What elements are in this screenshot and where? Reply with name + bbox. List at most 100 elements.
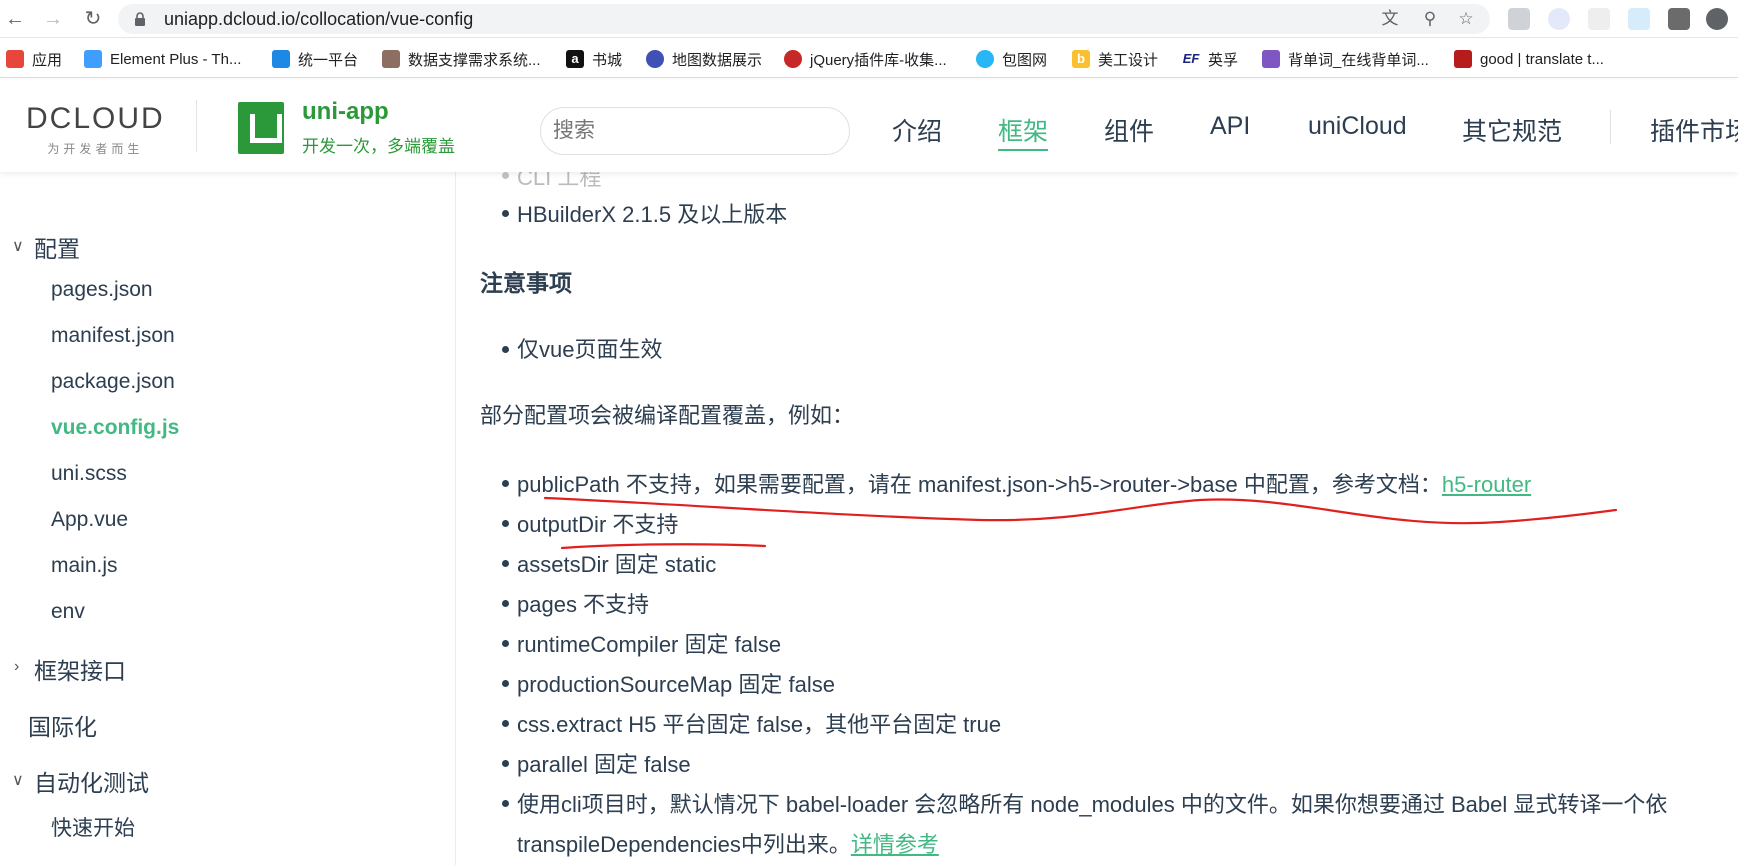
apps-grid-icon bbox=[6, 50, 24, 68]
h5-router-link[interactable]: h5-router bbox=[1442, 472, 1531, 497]
translate-icon[interactable]: 文 bbox=[1380, 9, 1400, 29]
sidebar-item-env[interactable]: env bbox=[51, 600, 85, 624]
details-link[interactable]: 详情参考 bbox=[851, 832, 939, 857]
nav-intro[interactable]: 介绍 bbox=[892, 112, 942, 148]
nav-api[interactable]: API bbox=[1210, 112, 1250, 141]
bookmarks-bar: 应用 Element Plus - Th... 统一平台 数据支撑需求系统...… bbox=[0, 40, 1738, 78]
bookmark-star-icon[interactable]: ☆ bbox=[1456, 9, 1476, 29]
bookmark-jquery[interactable]: jQuery插件库-收集... bbox=[784, 48, 947, 70]
bookmark-element-plus[interactable]: Element Plus - Th... bbox=[84, 48, 241, 70]
jquery-icon bbox=[784, 50, 802, 68]
sidebar-item-pages-json[interactable]: pages.json bbox=[51, 278, 153, 302]
sidebar-item-app-vue[interactable]: App.vue bbox=[51, 508, 128, 532]
bookmark-bookstore[interactable]: a 书城 bbox=[566, 48, 622, 70]
main-content: CLI 工程 HBuilderX 2.1.5 及以上版本 注意事项 仅vue页面… bbox=[457, 172, 1738, 865]
list-item: 仅vue页面生效 bbox=[517, 337, 663, 362]
sidebar-item-package-json[interactable]: package.json bbox=[51, 370, 175, 394]
nav-components[interactable]: 组件 bbox=[1104, 112, 1154, 148]
sidebar-item-main-js[interactable]: main.js bbox=[51, 554, 118, 578]
list-bullet bbox=[502, 680, 509, 687]
address-bar[interactable]: uniapp.dcloud.io/collocation/vue-config … bbox=[118, 4, 1490, 34]
public-path-text: publicPath 不支持，如果需要配置，请在 manifest.json->… bbox=[517, 472, 1442, 497]
list-item: assetsDir 固定 static bbox=[517, 552, 717, 577]
nav-other-specs[interactable]: 其它规范 bbox=[1462, 112, 1562, 148]
sidebar-item-quick-start[interactable]: 快速开始 bbox=[51, 812, 135, 842]
bookmark-label: jQuery插件库-收集... bbox=[810, 51, 947, 69]
list-item-public-path: publicPath 不支持，如果需要配置，请在 manifest.json->… bbox=[517, 467, 1531, 499]
sidebar-item-manifest-json[interactable]: manifest.json bbox=[51, 324, 175, 348]
bookmark-label: 应用 bbox=[32, 51, 63, 69]
url-text[interactable]: uniapp.dcloud.io/collocation/vue-config bbox=[164, 9, 473, 30]
browser-toolbar: ← → ↻ uniapp.dcloud.io/collocation/vue-c… bbox=[0, 0, 1738, 38]
sidebar-item-vue-config-js[interactable]: vue.config.js bbox=[51, 416, 179, 440]
bookmark-vocab[interactable]: 背单词_在线背单词... bbox=[1262, 48, 1429, 70]
bookmark-platform[interactable]: 统一平台 bbox=[272, 48, 358, 70]
bookmark-label: Element Plus - Th... bbox=[110, 50, 242, 68]
list-bullet bbox=[502, 172, 509, 179]
map-data-icon bbox=[646, 50, 664, 68]
bookmark-label: 包图网 bbox=[1002, 51, 1048, 69]
forward-arrow-icon[interactable]: → bbox=[40, 6, 66, 32]
dcloud-logo[interactable]: DCLOUD 为开发者而生 bbox=[26, 102, 165, 157]
bookmark-map-data[interactable]: 地图数据展示 bbox=[646, 48, 762, 70]
dcloud-tagline: 为开发者而生 bbox=[47, 142, 144, 156]
list-item: css.extract H5 平台固定 false，其他平台固定 true bbox=[517, 712, 1002, 737]
zoom-icon[interactable]: ⚲ bbox=[1420, 9, 1440, 29]
bookmark-translate[interactable]: good | translate t... bbox=[1454, 48, 1604, 70]
list-bullet bbox=[502, 800, 509, 807]
sidebar-group-framework-api[interactable]: 框架接口 bbox=[34, 652, 126, 686]
bookmark-label: 数据支撑需求系统... bbox=[408, 51, 541, 69]
header-divider bbox=[196, 100, 197, 152]
cambridge-icon bbox=[1454, 50, 1472, 68]
list-bullet bbox=[502, 560, 509, 567]
extension-cast-icon[interactable] bbox=[1668, 8, 1690, 30]
extension-v-icon[interactable] bbox=[1508, 8, 1530, 30]
faded-list-item: CLI 工程 bbox=[517, 172, 602, 190]
list-item: pages 不支持 bbox=[517, 592, 650, 617]
chevron-down-icon[interactable]: ∨ bbox=[12, 236, 24, 256]
app-tagline: 开发一次，多端覆盖 bbox=[302, 137, 455, 156]
app-name[interactable]: uni-app bbox=[302, 98, 389, 126]
chevron-down-icon[interactable]: ∨ bbox=[12, 770, 24, 790]
list-item-cli-continued: transpileDependencies中列出来。详情参考 bbox=[517, 827, 939, 859]
nav-divider bbox=[1610, 110, 1611, 144]
list-bullet bbox=[502, 760, 509, 767]
list-item: productionSourceMap 固定 false bbox=[517, 672, 835, 697]
search-input[interactable] bbox=[540, 107, 850, 155]
profile-icon[interactable] bbox=[1706, 8, 1728, 30]
list-bullet bbox=[502, 640, 509, 647]
extension-bird-icon[interactable] bbox=[1548, 8, 1570, 30]
extension-grid-icon[interactable] bbox=[1588, 8, 1610, 30]
nav-plugin-market[interactable]: 插件市场 bbox=[1650, 112, 1738, 148]
paragraph: 部分配置项会被编译配置覆盖，例如： bbox=[480, 403, 855, 428]
list-bullet bbox=[502, 480, 509, 487]
list-bullet bbox=[502, 520, 509, 527]
sidebar-group-config[interactable]: 配置 bbox=[34, 230, 80, 264]
list-item: runtimeCompiler 固定 false bbox=[517, 632, 782, 657]
sidebar: ∨ 配置 pages.json manifest.json package.js… bbox=[0, 172, 456, 865]
bookmark-label: 美工设计 bbox=[1098, 51, 1159, 69]
sidebar-group-autotest[interactable]: 自动化测试 bbox=[34, 764, 149, 798]
bookmark-data-system[interactable]: 数据支撑需求系统... bbox=[382, 48, 541, 70]
bookmark-apps[interactable]: 应用 bbox=[6, 48, 62, 70]
bookmark-label: good | translate t... bbox=[1480, 50, 1604, 68]
chevron-right-icon[interactable]: › bbox=[14, 658, 19, 676]
ef-icon: EF bbox=[1182, 50, 1200, 68]
bookmark-baotu[interactable]: 包图网 bbox=[976, 48, 1047, 70]
nav-unicloud[interactable]: uniCloud bbox=[1308, 112, 1407, 141]
baotu-icon bbox=[976, 50, 994, 68]
bookmark-ef[interactable]: EF 英孚 bbox=[1182, 48, 1238, 70]
nav-framework[interactable]: 框架 bbox=[998, 112, 1049, 151]
sidebar-item-i18n[interactable]: 国际化 bbox=[28, 708, 97, 742]
extension-screen-icon[interactable] bbox=[1628, 8, 1650, 30]
amazon-icon: a bbox=[566, 50, 584, 68]
bookmark-label: 背单词_在线背单词... bbox=[1288, 51, 1429, 69]
back-arrow-icon[interactable]: ← bbox=[2, 6, 28, 32]
sidebar-item-uni-scss[interactable]: uni.scss bbox=[51, 462, 127, 486]
bookmark-design[interactable]: b 美工设计 bbox=[1072, 48, 1158, 70]
list-bullet bbox=[502, 600, 509, 607]
list-item: parallel 固定 false bbox=[517, 752, 691, 777]
cli-text: transpileDependencies中列出来。 bbox=[517, 832, 851, 857]
reload-icon[interactable]: ↻ bbox=[80, 6, 106, 32]
uni-app-logo-icon[interactable] bbox=[238, 102, 284, 154]
